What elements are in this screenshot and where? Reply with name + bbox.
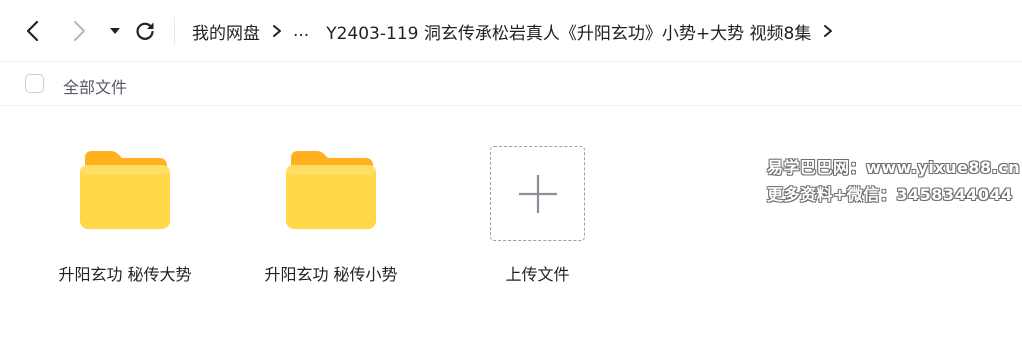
upload-file-label[interactable]: 上传文件 — [467, 261, 608, 285]
refresh-button[interactable] — [130, 16, 160, 46]
plus-icon — [518, 174, 557, 213]
watermark-line-2: 更多资料+微信：3458344044 — [767, 185, 1013, 204]
chevron-right-icon — [73, 20, 86, 42]
breadcrumb-separator-icon[interactable] — [823, 24, 833, 38]
caret-down-icon — [110, 28, 120, 34]
forward-button[interactable] — [64, 16, 94, 46]
watermark: 易学巴巴网：www.yixue88.cn 更多资料+微信：3458344044 — [767, 154, 1020, 208]
breadcrumb: 我的网盘 ... Y2403-119 洞玄传承松岩真人《升阳玄功》小势+大势 视… — [192, 19, 844, 44]
toolbar-divider — [174, 17, 175, 45]
folder-icon — [286, 151, 376, 229]
select-all-checkbox[interactable] — [25, 74, 44, 93]
history-dropdown-button[interactable] — [100, 16, 130, 46]
breadcrumb-root[interactable]: 我的网盘 — [192, 19, 260, 44]
folder-icon — [80, 151, 170, 229]
toolbar: 我的网盘 ... Y2403-119 洞玄传承松岩真人《升阳玄功》小势+大势 视… — [0, 0, 1022, 62]
breadcrumb-separator-icon — [272, 24, 282, 38]
watermark-line-1: 易学巴巴网：www.yixue88.cn — [767, 158, 1021, 177]
chevron-left-icon — [26, 20, 39, 42]
select-all-label: 全部文件 — [63, 78, 128, 97]
folder-name: 升阳玄功 秘传大势 — [58, 265, 192, 284]
folder-name: 升阳玄功 秘传小势 — [264, 265, 398, 284]
back-button[interactable] — [18, 16, 48, 46]
breadcrumb-ellipsis[interactable]: ... — [293, 21, 309, 41]
folder-tile[interactable]: 升阳玄功 秘传小势 — [246, 140, 416, 300]
refresh-icon — [136, 22, 154, 40]
select-all-row: 全部文件 — [0, 62, 1022, 106]
breadcrumb-current[interactable]: Y2403-119 洞玄传承松岩真人《升阳玄功》小势+大势 视频8集 — [326, 19, 811, 44]
folder-tile[interactable]: 升阳玄功 秘传大势 — [40, 140, 210, 300]
upload-file-button[interactable] — [490, 146, 585, 241]
